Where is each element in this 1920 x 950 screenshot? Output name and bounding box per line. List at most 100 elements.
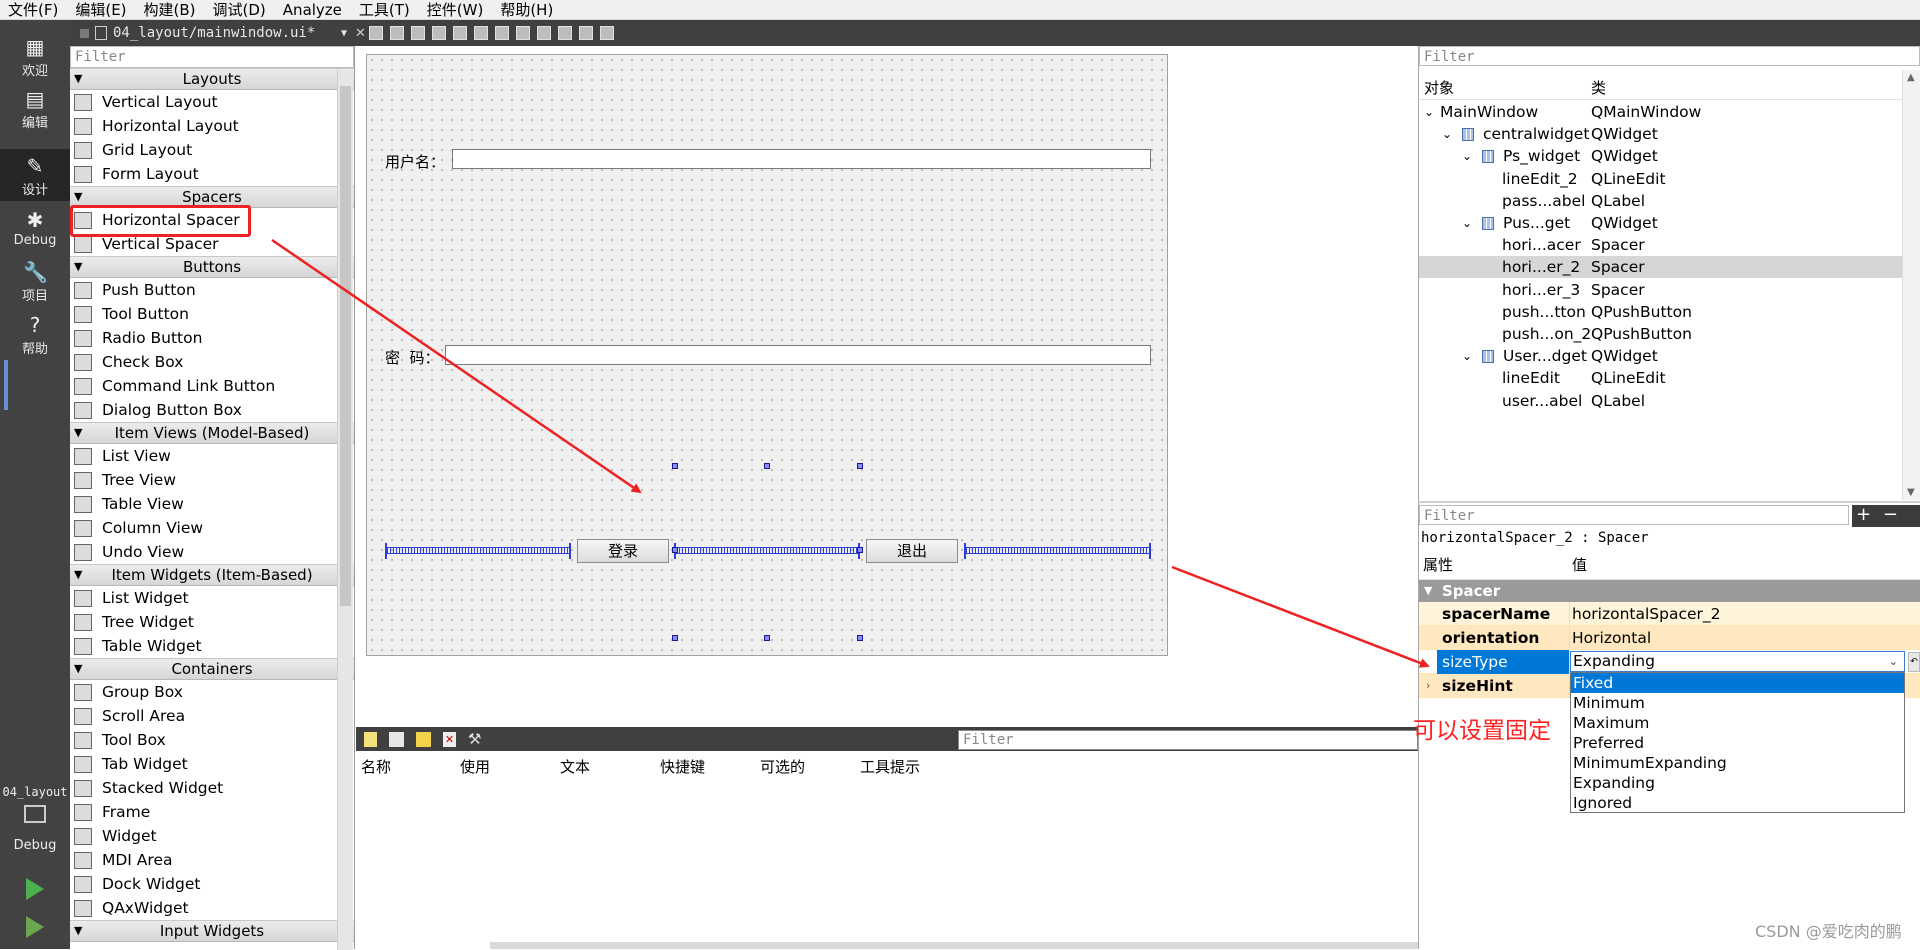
layout-form-icon[interactable] [537,26,551,40]
widget-item[interactable]: Group Box [70,680,354,704]
chevron-down-icon[interactable]: ⌄ [1424,101,1434,123]
chevron-down-icon[interactable]: ⌄ [1889,652,1898,671]
menu-item[interactable]: 工具(T) [351,1,419,19]
widget-item[interactable]: Undo View [70,540,354,564]
mode-bug[interactable]: ✱ Debug [0,203,70,255]
delete-action-icon[interactable]: ✕ [443,732,456,747]
menu-item[interactable]: 文件(F) [0,1,67,19]
action-column-header[interactable]: 快捷键 [660,756,705,777]
new-action-icon[interactable] [364,732,377,747]
widget-item[interactable]: Tree Widget [70,610,354,634]
widget-item[interactable]: Dock Widget [70,872,354,896]
action-column-header[interactable]: 工具提示 [860,756,920,777]
widget-item[interactable]: Tab Widget [70,752,354,776]
widget-item[interactable]: Tool Box [70,728,354,752]
object-tree-row[interactable]: hori...er_3 Spacer [1419,279,1902,301]
widget-item[interactable]: Scroll Area [70,704,354,728]
widget-item[interactable]: Tool Button [70,302,354,326]
object-tree-row[interactable]: hori...er_2 Spacer [1419,256,1902,279]
username-input[interactable] [452,149,1151,169]
column-property[interactable]: 属性 [1423,550,1453,580]
widget-item[interactable]: Grid Layout [70,138,354,162]
category-4[interactable]: ▼ Item Widgets (Item-Based) [70,564,354,586]
widget-item[interactable]: QAxWidget [70,896,354,920]
selection-handle[interactable] [857,635,863,641]
debug-run-icon[interactable] [26,916,44,938]
widget-item[interactable]: List Widget [70,586,354,610]
widget-item[interactable]: Command Link Button [70,374,354,398]
object-tree-row[interactable]: ⌄ centralwidget QWidget [1419,123,1902,145]
mode-grid[interactable]: ▦ 欢迎 [0,30,70,82]
horizontal-spacer-2[interactable] [674,543,860,559]
object-tree-row[interactable]: push...on_2 QPushButton [1419,323,1902,345]
widget-item[interactable]: Check Box [70,350,354,374]
username-label[interactable]: 用户名： [385,151,445,172]
break-layout-icon[interactable] [579,26,593,40]
sizetype-option[interactable]: MinimumExpanding [1571,753,1904,773]
horizontal-spacer-1[interactable] [385,543,571,559]
widget-item[interactable]: Tree View [70,468,354,492]
widget-item[interactable]: Table View [70,492,354,516]
column-value[interactable]: 值 [1572,550,1587,580]
object-tree-row[interactable]: pass...abel QLabel [1419,190,1902,212]
chevron-right-icon[interactable]: › [1426,674,1430,698]
widget-item[interactable]: Widget [70,824,354,848]
object-tree-row[interactable]: ⌄ User...dget QWidget [1419,345,1902,367]
layout-grid-icon[interactable] [558,26,572,40]
action-editor-filter[interactable]: Filter [958,730,1418,750]
property-editor-filter[interactable]: Filter [1419,505,1849,525]
action-column-header[interactable]: 名称 [361,756,391,777]
horizontal-spacer-3[interactable] [964,543,1151,559]
property-row-orientation[interactable]: orientation Horizontal [1419,626,1920,650]
run-icon[interactable] [26,878,44,900]
object-tree-row[interactable]: user...abel QLabel [1419,390,1902,412]
selection-handle[interactable] [672,463,678,469]
category-6[interactable]: ▼ Input Widgets [70,920,354,942]
object-inspector-filter[interactable]: Filter [1419,46,1920,66]
chevron-down-icon[interactable]: ▼ [1424,580,1432,602]
selection-handle[interactable] [672,635,678,641]
monitor-icon[interactable] [24,805,46,823]
remove-property-icon[interactable]: − [1883,504,1898,525]
adjust-size-icon[interactable] [600,26,614,40]
mode-pencil[interactable]: ✎ 设计 [0,149,70,201]
widget-item[interactable]: Table Widget [70,634,354,658]
layout-horizontal-icon[interactable] [453,26,467,40]
layout-h-splitter-icon[interactable] [495,26,509,40]
selection-handle[interactable] [764,463,770,469]
object-tree-row[interactable]: ⌄ Pus...get QWidget [1419,212,1902,234]
add-property-icon[interactable]: + [1856,504,1871,525]
main-window-form[interactable]: 用户名： 密 码： 登录 退出 [366,54,1168,656]
edit-tab-order-icon[interactable] [432,26,446,40]
action-column-header[interactable]: 使用 [460,756,490,777]
menu-item[interactable]: Analyze [275,1,351,19]
sizetype-option[interactable]: Maximum [1571,713,1904,733]
widget-item[interactable]: Dialog Button Box [70,398,354,422]
widget-item[interactable]: Radio Button [70,326,354,350]
edit-signals-icon[interactable] [390,26,404,40]
login-button[interactable]: 登录 [577,539,669,563]
action-column-header[interactable]: 文本 [560,756,590,777]
object-inspector-scrollbar[interactable]: ▲ ▼ [1902,70,1920,500]
widget-item[interactable]: Frame [70,800,354,824]
sizetype-option[interactable]: Expanding [1571,773,1904,793]
category-3[interactable]: ▼ Item Views (Model-Based) [70,422,354,444]
reset-property-icon[interactable]: ↶ [1908,652,1920,672]
widget-item[interactable]: List View [70,444,354,468]
property-value[interactable]: Horizontal [1572,626,1651,650]
sizetype-option[interactable]: Ignored [1571,793,1904,813]
widget-item[interactable]: Horizontal Layout [70,114,354,138]
widget-box-filter[interactable]: Filter [70,46,354,68]
widget-item[interactable]: Form Layout [70,162,354,186]
chevron-down-icon[interactable]: ⌄ [1462,145,1472,167]
widget-item[interactable]: Stacked Widget [70,776,354,800]
layout-v-splitter-icon[interactable] [516,26,530,40]
widget-item[interactable]: Push Button [70,278,354,302]
object-tree-row[interactable]: ⌄ Ps_widget QWidget [1419,145,1902,167]
selection-handle[interactable] [764,635,770,641]
object-tree-row[interactable]: lineEdit_2 QLineEdit [1419,168,1902,190]
property-value[interactable]: horizontalSpacer_2 [1572,602,1721,626]
column-class[interactable]: 类 [1591,77,1606,98]
property-group-spacer[interactable]: ▼ Spacer [1419,580,1920,602]
menu-item[interactable]: 调试(D) [205,1,275,19]
